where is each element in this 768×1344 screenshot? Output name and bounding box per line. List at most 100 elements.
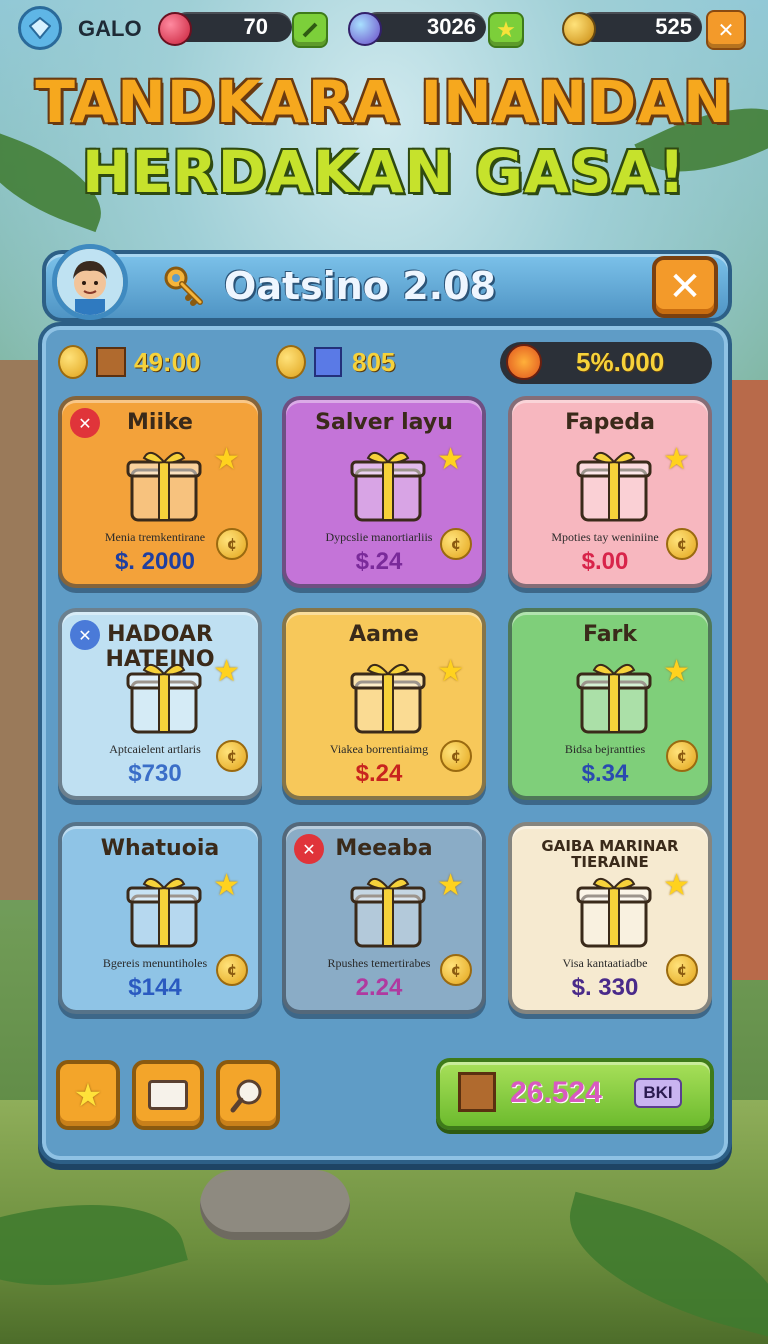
alert-icon[interactable]: ✕ — [294, 834, 324, 864]
star-icon: ★ — [437, 442, 464, 477]
trophy-icon — [562, 12, 596, 46]
hud-close-button[interactable]: ✕ — [706, 10, 746, 50]
star-icon: ★ — [437, 868, 464, 903]
item-title: Whatuoia — [100, 836, 220, 861]
star-icon: ★ — [663, 868, 690, 903]
cubes-stat: 805 — [276, 342, 395, 382]
shop-title: Oatsino 2.08 — [224, 264, 496, 308]
trophy-count: 525 — [655, 14, 692, 39]
item-description: Visa kantaatiadbe — [562, 956, 648, 970]
stone — [200, 1170, 350, 1240]
coin-icon[interactable]: ¢ — [666, 954, 698, 986]
coin-icon[interactable]: ¢ — [666, 528, 698, 560]
add-gems-button[interactable] — [292, 12, 328, 48]
item-price: $.24 — [355, 760, 403, 787]
headline-line-2: HERDAKAN GASA! — [81, 138, 687, 206]
item-price: $. 330 — [571, 974, 639, 1001]
alert-icon[interactable]: ✕ — [70, 408, 100, 438]
item-description: Bidsa bejrantties — [564, 742, 646, 756]
buy-amount: 26.524 — [510, 1076, 602, 1109]
item-card[interactable]: Salver layu ★ Dypcslie manortiarliis $.24 ¢ — [282, 396, 486, 588]
coin-icon[interactable]: ¢ — [440, 954, 472, 986]
item-card[interactable]: Miike ★ Menia tremkentirane $. 2000 ¢ ✕ — [58, 396, 262, 588]
player-name: GALO — [78, 16, 142, 41]
star-icon: ★ — [437, 654, 464, 689]
item-title: Salver layu — [315, 410, 453, 435]
gift-box-icon — [338, 866, 438, 954]
coin-icon[interactable]: ¢ — [440, 528, 472, 560]
star-icon: ★ — [213, 654, 240, 689]
item-description: Bgereis menuntiholes — [102, 956, 208, 970]
item-price: $.34 — [581, 760, 629, 787]
crate-icon — [458, 1072, 496, 1112]
trophy-counter: 525 — [578, 12, 702, 42]
gift-box-icon — [564, 866, 664, 954]
crates-stat: 49:00 — [58, 342, 201, 382]
inventory-button[interactable] — [132, 1060, 204, 1130]
gift-box-icon — [114, 440, 214, 528]
item-card[interactable]: HADOAR HATEINO ★ Aptcaielent artlaris $730 ¢… — [58, 608, 262, 800]
cubes-value: 805 — [352, 346, 396, 377]
item-price: $144 — [128, 974, 182, 1001]
item-card[interactable]: Aame ★ Viakea borrentiaimg $.24 ¢ — [282, 608, 486, 800]
item-title: Aame — [349, 622, 419, 647]
burst-icon — [506, 344, 542, 380]
item-price: $.00 — [581, 548, 629, 575]
item-description: Menia tremkentirane — [104, 530, 206, 544]
item-card[interactable]: Fapeda ★ Mpoties tay weniniine $.00 ¢ — [508, 396, 712, 588]
item-price: $.24 — [355, 548, 403, 575]
gift-box-icon — [114, 866, 214, 954]
star-icon: ★ — [73, 1076, 103, 1114]
item-card[interactable]: Fark ★ Bidsa bejrantties $.34 ¢ — [508, 608, 712, 800]
gift-box-icon — [114, 652, 214, 740]
item-price: 2.24 — [355, 974, 403, 1001]
coin-icon[interactable]: ¢ — [216, 954, 248, 986]
star-icon: ★ — [663, 654, 690, 689]
gift-box-icon — [564, 440, 664, 528]
buy-tag[interactable]: BKI — [634, 1078, 682, 1108]
cube-icon — [314, 347, 342, 377]
orb-icon — [348, 12, 382, 46]
search-button[interactable] — [216, 1060, 280, 1130]
close-icon: ✕ — [717, 18, 735, 42]
crates-value: 49:00 — [134, 346, 201, 377]
add-orbs-button[interactable]: ★ — [488, 12, 524, 48]
item-title: Fark — [582, 622, 638, 647]
gem-count: 70 — [243, 14, 268, 39]
close-icon: ✕ — [668, 264, 702, 310]
diamond-icon — [18, 6, 62, 50]
total-stat: 5%.000 — [506, 342, 664, 382]
top-hud: GALO 70 3026 ★ 525 ✕ — [0, 4, 768, 50]
item-description: Rpushes temertirabes — [327, 956, 431, 970]
crate-icon — [96, 347, 126, 377]
coin-icon[interactable]: ¢ — [216, 740, 248, 772]
shop-close-button[interactable]: ✕ — [652, 256, 718, 318]
item-price: $730 — [128, 760, 182, 787]
coin-icon — [276, 345, 306, 379]
total-value: 5%.000 — [576, 346, 665, 377]
item-card[interactable]: Meeaba ★ Rpushes temertirabes 2.24 ¢ ✕ — [282, 822, 486, 1014]
coin-icon[interactable]: ¢ — [666, 740, 698, 772]
item-description: Dypcslie manortiarliis — [325, 530, 433, 544]
gift-box-icon — [338, 440, 438, 528]
item-description: Mpoties tay weniniine — [551, 530, 659, 544]
star-icon: ★ — [663, 442, 690, 477]
item-card[interactable]: Whatuoia ★ Bgereis menuntiholes $144 ¢ — [58, 822, 262, 1014]
item-price: $. 2000 — [114, 548, 196, 575]
basket-icon — [148, 1080, 188, 1110]
item-description: Viakea borrentiaimg — [329, 742, 429, 756]
player-avatar[interactable] — [52, 244, 128, 320]
headline-line-1: TANDKARA INANDAN — [35, 68, 733, 136]
favorites-button[interactable]: ★ — [56, 1060, 120, 1130]
item-description: Aptcaielent artlaris — [109, 742, 201, 756]
gift-box-icon — [564, 652, 664, 740]
coin-icon[interactable]: ¢ — [440, 740, 472, 772]
star-icon: ★ — [213, 868, 240, 903]
coin-icon — [58, 345, 88, 379]
coin-icon[interactable]: ¢ — [216, 528, 248, 560]
gift-box-icon — [338, 652, 438, 740]
item-card[interactable]: GAIBA MARINAR TIERAINE ★ Visa kantaatiadbe… — [508, 822, 712, 1014]
search-icon — [230, 1079, 262, 1113]
orb-count: 3026 — [427, 14, 476, 39]
remove-icon[interactable]: ✕ — [70, 620, 100, 650]
